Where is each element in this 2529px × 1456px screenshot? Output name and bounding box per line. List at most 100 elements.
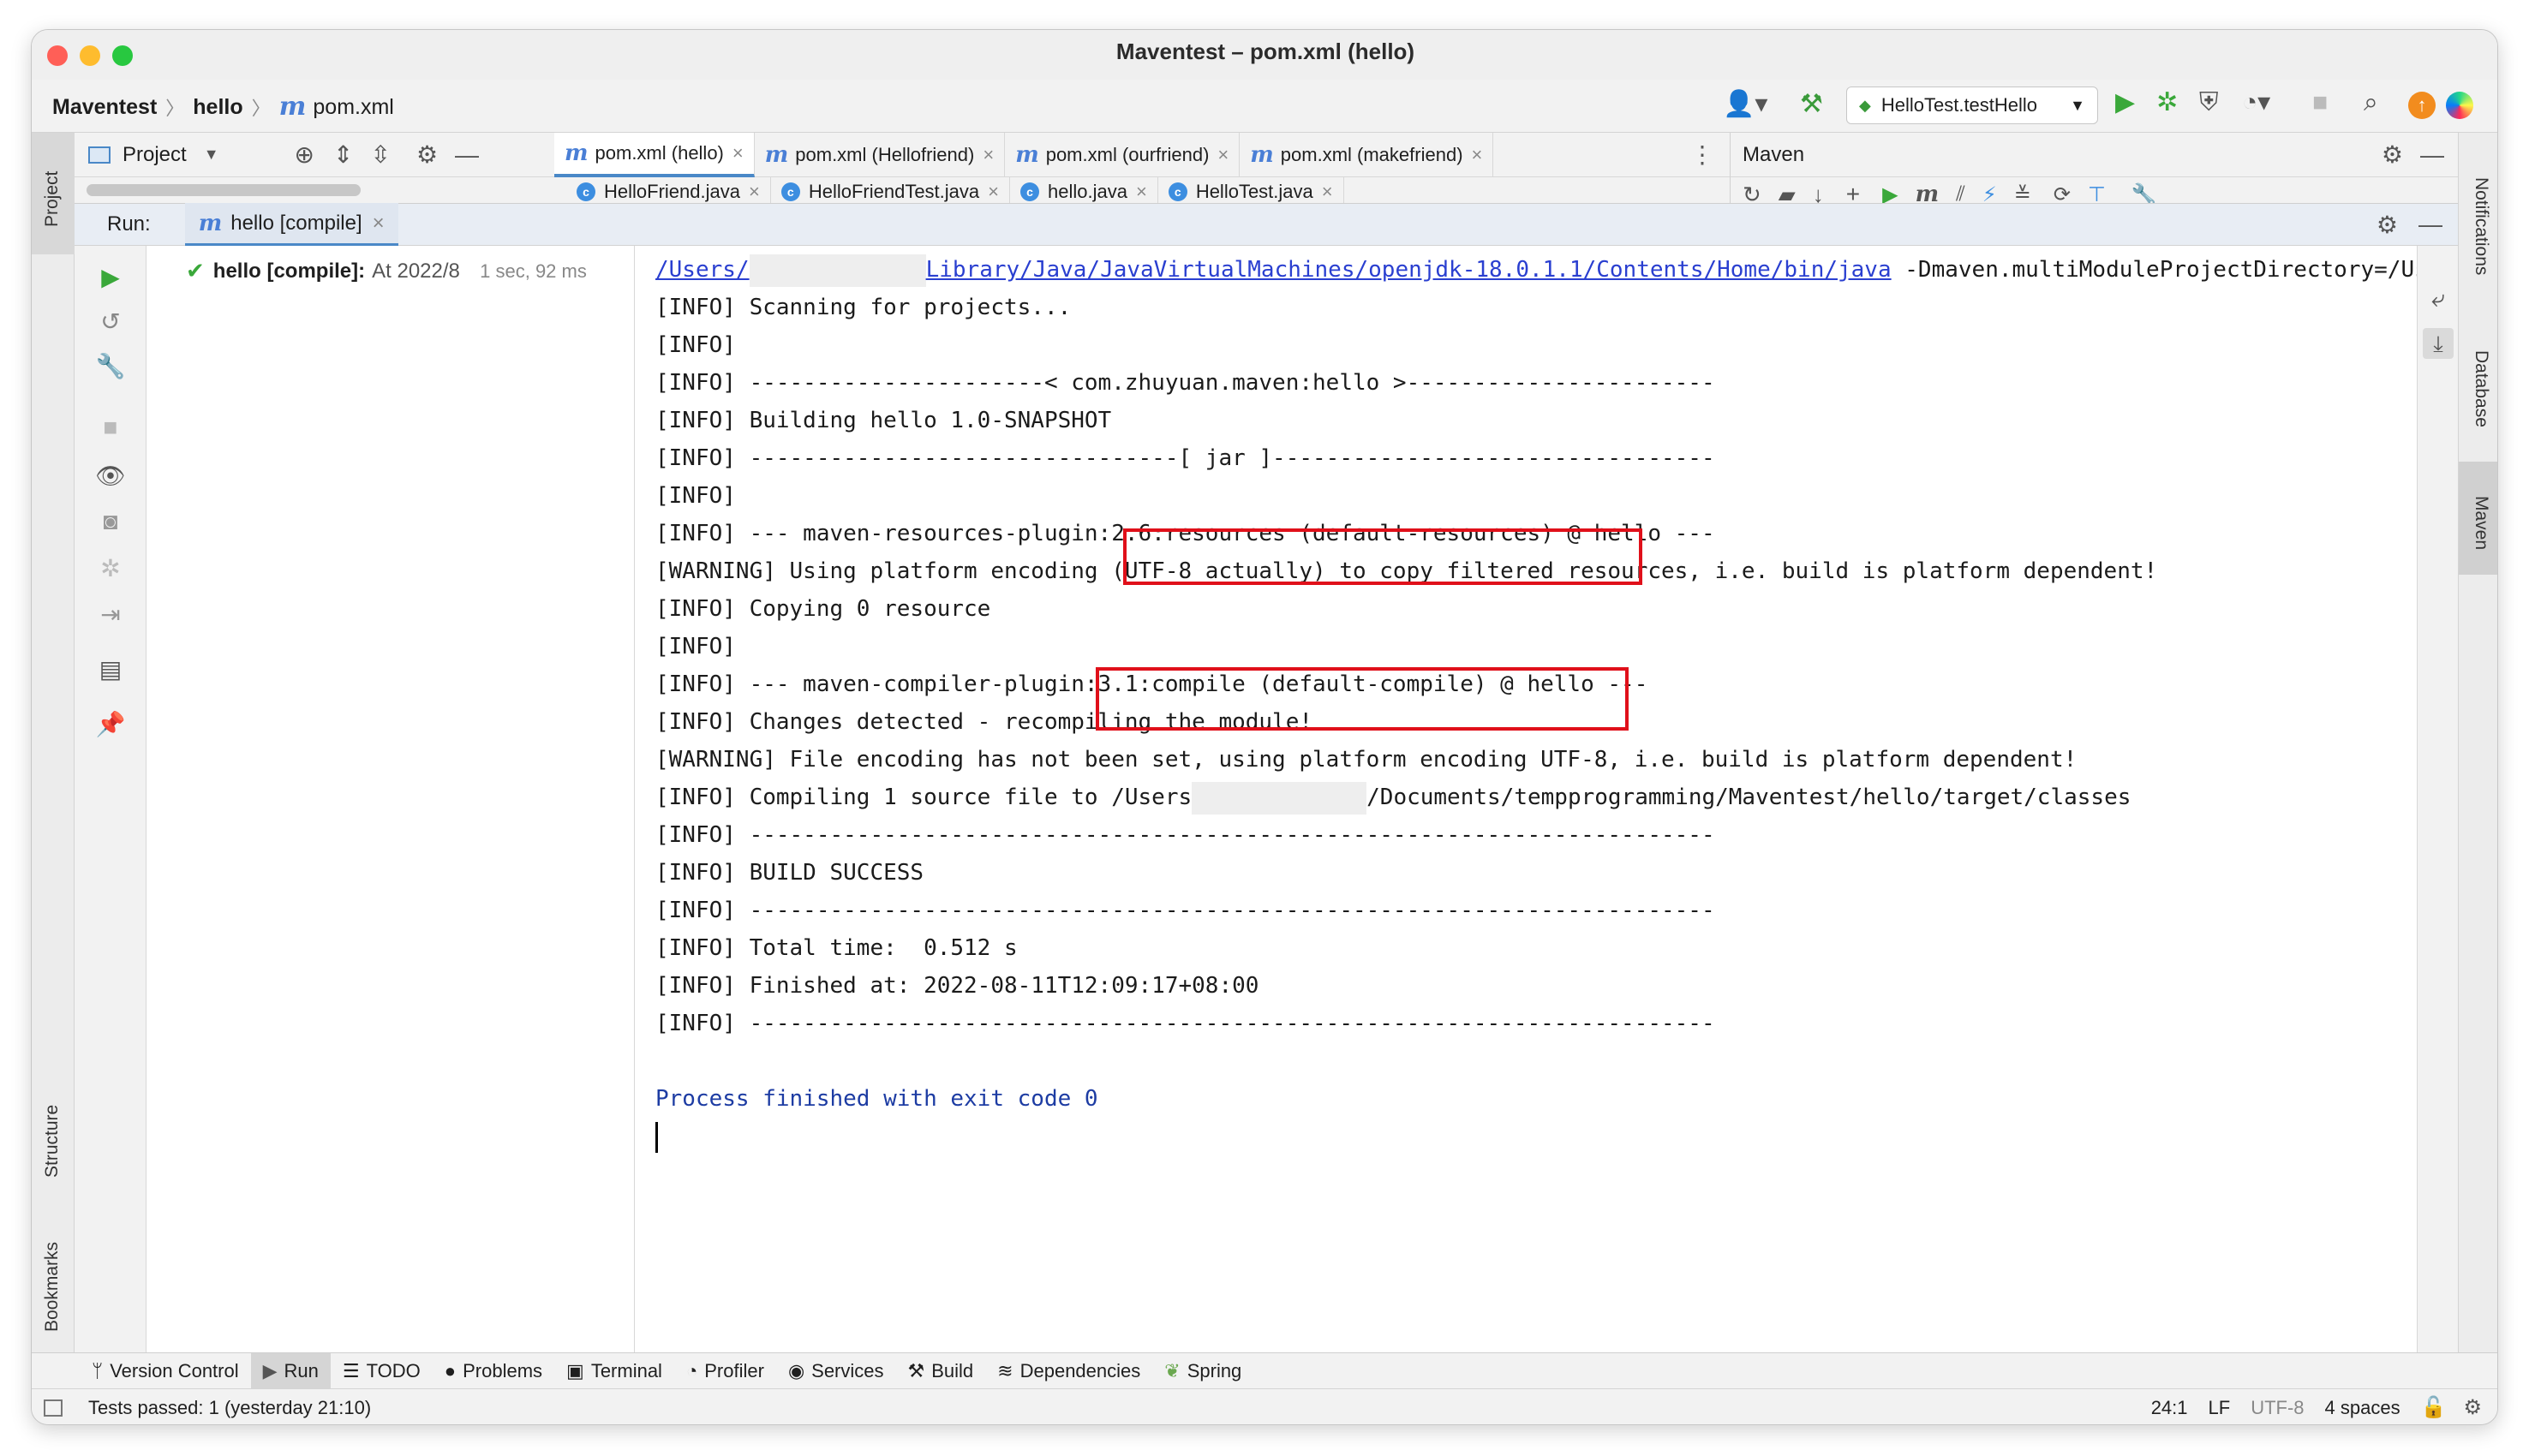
- chevron-down-icon[interactable]: ▼: [204, 146, 219, 164]
- locate-icon[interactable]: ⊕: [295, 140, 314, 169]
- breadcrumb-project[interactable]: Maventest: [52, 95, 157, 120]
- camera-icon[interactable]: ◙: [75, 508, 146, 535]
- close-icon[interactable]: ×: [732, 142, 744, 164]
- collapse-icon[interactable]: ≚: [2014, 182, 2031, 204]
- gear-icon[interactable]: ⚙: [2377, 211, 2398, 239]
- wrench-icon[interactable]: 🔧: [75, 352, 146, 380]
- tool-version-control[interactable]: ᛘ Version Control: [80, 1353, 251, 1389]
- tab-pom-hello[interactable]: m pom.xml (hello) ×: [554, 132, 755, 177]
- add-icon[interactable]: +: [1846, 181, 1860, 203]
- console-output[interactable]: /Users/xLibrary/Java/JavaVirtualMachines…: [635, 246, 2428, 1388]
- close-icon[interactable]: ×: [983, 144, 994, 166]
- close-icon[interactable]: ×: [1472, 144, 1483, 166]
- run-tab-hello-compile[interactable]: m hello [compile] ×: [184, 203, 398, 246]
- java-class-icon: c: [577, 182, 595, 201]
- build-hammer-icon[interactable]: ⚒: [1800, 92, 1823, 117]
- layout-icon[interactable]: ▤: [75, 655, 146, 683]
- more-tabs-icon[interactable]: ⋮: [1690, 140, 1714, 169]
- tab-hellofriend-java[interactable]: c HelloFriend.java ×: [566, 177, 771, 203]
- horizontal-scrollbar[interactable]: [87, 184, 361, 196]
- tool-terminal[interactable]: ▣ Terminal: [554, 1353, 674, 1389]
- reload-icon[interactable]: ↻: [1743, 182, 1761, 204]
- database-stripe-button[interactable]: Database: [2471, 350, 2491, 427]
- java-path-link[interactable]: /Users/: [655, 257, 750, 283]
- run-icon[interactable]: ▶: [2115, 90, 2135, 116]
- debug-icon[interactable]: ✲: [2156, 90, 2178, 116]
- tool-run[interactable]: ▶ Run: [250, 1352, 331, 1389]
- status-message[interactable]: Tests passed: 1 (yesterday 21:10): [88, 1397, 371, 1419]
- run-configuration-selector[interactable]: ◆ HelloTest.testHello ▼: [1846, 87, 2098, 124]
- gear-icon[interactable]: ⚙: [2382, 140, 2403, 169]
- tab-hellotest-java[interactable]: c HelloTest.java ×: [1158, 177, 1344, 203]
- maven-stripe-button[interactable]: Maven: [2459, 462, 2497, 575]
- jetbrains-logo-icon[interactable]: [2446, 92, 2473, 119]
- execute-goal-icon[interactable]: m: [1916, 183, 1940, 203]
- java-class-icon: c: [1168, 182, 1187, 201]
- inspector-icon[interactable]: ⚙: [2463, 1395, 2482, 1420]
- debug-icon[interactable]: ✲: [75, 554, 146, 582]
- tab-hello-java[interactable]: c hello.java ×: [1010, 177, 1158, 203]
- tab-pom-hellofriend[interactable]: m pom.xml (Hellofriend) ×: [755, 132, 1006, 177]
- user-icon[interactable]: 👤▾: [1723, 92, 1767, 117]
- caret-position[interactable]: 24:1: [2151, 1397, 2188, 1419]
- collapse-all-icon[interactable]: ⇳: [370, 140, 390, 169]
- tab-pom-makefriend[interactable]: m pom.xml (makefriend) ×: [1240, 132, 1494, 177]
- tool-services[interactable]: ◉ Services: [776, 1353, 896, 1389]
- tab-pom-ourfriend[interactable]: m pom.xml (ourfriend) ×: [1005, 132, 1241, 177]
- tool-dependencies[interactable]: ≋ Dependencies: [985, 1353, 1152, 1389]
- indent-setting[interactable]: 4 spaces: [2325, 1397, 2400, 1419]
- project-view-label[interactable]: Project: [123, 143, 187, 167]
- structure-stripe-button[interactable]: Structure: [42, 1105, 63, 1178]
- toggle-offline-icon[interactable]: ⫽: [1956, 182, 1965, 203]
- pin-icon[interactable]: 📌: [75, 710, 146, 738]
- eye-icon[interactable]: 👁: [75, 462, 146, 490]
- bookmarks-stripe-button[interactable]: Bookmarks: [42, 1242, 63, 1332]
- search-icon[interactable]: ⌕: [2364, 90, 2378, 116]
- stop-icon[interactable]: ■: [2312, 90, 2328, 116]
- tool-profiler[interactable]: ◔ Profiler: [674, 1353, 776, 1389]
- profile-icon[interactable]: ◔▾: [2242, 90, 2270, 116]
- hide-icon[interactable]: —: [455, 141, 479, 169]
- close-icon[interactable]: ×: [1136, 181, 1147, 203]
- soft-wrap-icon[interactable]: ⤶: [2418, 285, 2459, 313]
- close-icon[interactable]: ×: [373, 212, 385, 236]
- import-icon[interactable]: ⇥: [75, 600, 146, 629]
- show-dependencies-icon[interactable]: ⟳: [2054, 182, 2071, 204]
- hide-icon[interactable]: —: [2418, 211, 2442, 238]
- gear-icon[interactable]: ⚙: [416, 140, 438, 169]
- project-stripe-button[interactable]: Project: [32, 133, 75, 254]
- hide-icon[interactable]: —: [2420, 141, 2444, 169]
- notifications-stripe-button[interactable]: Notifications: [2471, 177, 2491, 275]
- scroll-to-end-icon[interactable]: ⤓: [2423, 328, 2454, 359]
- expand-all-icon[interactable]: ⇕: [333, 140, 353, 169]
- tool-spring[interactable]: ❦ Spring: [1152, 1353, 1253, 1389]
- toggle-tool-windows-icon[interactable]: [44, 1399, 63, 1417]
- tab-hellofriendtest-java[interactable]: c HelloFriendTest.java ×: [771, 177, 1010, 203]
- line-separator[interactable]: LF: [2209, 1397, 2231, 1419]
- breadcrumb-file[interactable]: pom.xml: [313, 95, 393, 120]
- wrench-icon[interactable]: 🔧: [2131, 182, 2157, 204]
- close-icon[interactable]: ×: [1217, 144, 1229, 166]
- rerun-failed-icon[interactable]: ↺: [75, 307, 146, 336]
- tree-item-hello-compile[interactable]: ✔ hello [compile]: At 2022/8 1 sec, 92 m…: [186, 258, 587, 284]
- tool-problems[interactable]: ● Problems: [433, 1353, 554, 1389]
- close-icon[interactable]: ×: [749, 181, 760, 203]
- rerun-icon[interactable]: ▶: [75, 263, 146, 291]
- tool-todo[interactable]: ☰ TODO: [331, 1353, 433, 1389]
- close-icon[interactable]: ×: [988, 181, 999, 203]
- run-icon[interactable]: ▶: [1882, 182, 1898, 204]
- tool-build[interactable]: ⚒ Build: [896, 1353, 986, 1389]
- java-path-link-2[interactable]: Library/Java/JavaVirtualMachines/openjdk…: [926, 257, 1892, 283]
- console-line: [WARNING] File encoding has not been set…: [655, 747, 2078, 773]
- breadcrumb-module[interactable]: hello: [193, 95, 242, 120]
- lock-icon[interactable]: 🔓: [2421, 1395, 2447, 1420]
- skip-tests-icon[interactable]: ⚡: [1982, 182, 1997, 204]
- close-icon[interactable]: ×: [1322, 181, 1333, 203]
- stop-icon[interactable]: ■: [75, 414, 146, 441]
- download-icon[interactable]: ↓: [1813, 182, 1824, 204]
- coverage-icon[interactable]: ⛨: [2199, 90, 2219, 116]
- folder-icon[interactable]: ▰: [1779, 182, 1796, 204]
- file-encoding[interactable]: UTF-8: [2251, 1397, 2304, 1419]
- tree-icon[interactable]: ⊤: [2088, 182, 2106, 204]
- update-icon[interactable]: ↑: [2408, 92, 2436, 119]
